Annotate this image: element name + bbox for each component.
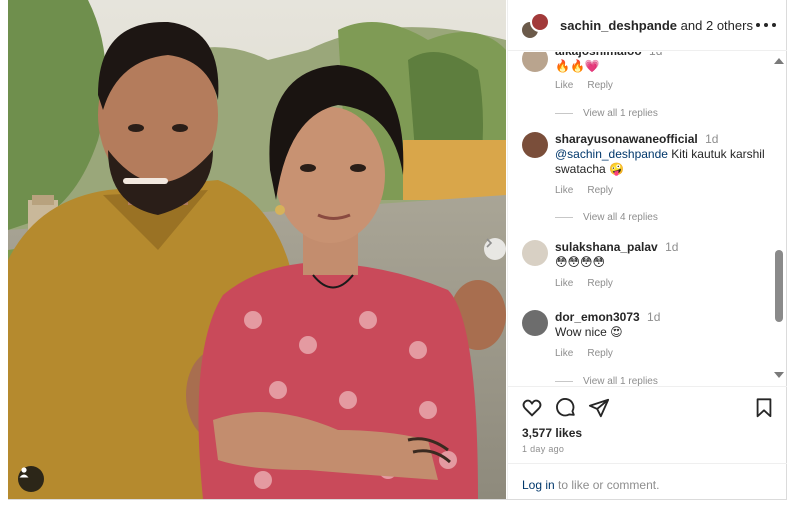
login-text: Log in to like or comment. <box>522 478 659 492</box>
reply-button[interactable]: Reply <box>587 278 613 289</box>
comment-content: sulakshana_palav 1d 😳😳😳😳 <box>555 240 765 270</box>
comment-time: 1d <box>647 310 661 324</box>
reply-button[interactable]: Reply <box>587 348 613 359</box>
photo-illustration <box>8 0 506 499</box>
comment-text: Wow nice 😍 <box>555 325 623 339</box>
comment-actions: Like Reply <box>555 185 613 196</box>
comment-actions: Like Reply <box>555 80 613 91</box>
author-username[interactable]: sachin_deshpande <box>560 18 677 33</box>
chevron-right-icon <box>486 238 493 248</box>
comment-time: 1d <box>665 240 679 254</box>
heart-icon[interactable] <box>521 397 543 419</box>
reply-button[interactable]: Reply <box>587 185 613 196</box>
comment-username[interactable]: dor_emon3073 <box>555 310 640 324</box>
comment-username[interactable]: sharayusonawaneofficial <box>555 132 698 146</box>
comment-actions: Like Reply <box>555 348 613 359</box>
comment-text: 🔥🔥💗 <box>555 59 600 73</box>
collab-others[interactable]: and 2 others <box>681 18 753 33</box>
post-actions-bar <box>508 386 787 426</box>
comments-list: alkajoshimaloo 1d 🔥🔥💗 Like Reply View al… <box>508 52 787 386</box>
bookmark-icon[interactable] <box>753 397 775 419</box>
comment-username[interactable]: sulakshana_palav <box>555 240 658 254</box>
avatar[interactable] <box>522 240 548 266</box>
post-photo[interactable] <box>8 0 506 499</box>
comment-mention[interactable]: @sachin_deshpande <box>555 147 668 161</box>
likes-count[interactable]: 3,577 likes <box>522 426 582 440</box>
collab-avatars[interactable] <box>520 12 550 40</box>
next-image-button[interactable] <box>484 238 506 260</box>
view-replies-label: View all 1 replies <box>583 108 658 119</box>
view-replies-button[interactable]: View all 1 replies <box>555 376 658 386</box>
comment-content: alkajoshimaloo 1d 🔥🔥💗 <box>555 52 765 74</box>
post-author: sachin_deshpande and 2 others <box>560 18 753 33</box>
like-comment-button[interactable]: Like <box>555 278 573 289</box>
view-replies-label: View all 1 replies <box>583 376 658 386</box>
scroll-up-arrow[interactable] <box>774 58 784 64</box>
avatar[interactable] <box>522 132 548 158</box>
view-replies-button[interactable]: View all 1 replies <box>555 108 658 119</box>
comment-content: dor_emon3073 1d Wow nice 😍 <box>555 310 765 340</box>
avatar <box>530 12 550 32</box>
user-tag-icon <box>19 467 29 478</box>
more-horizontal-icon[interactable] <box>756 18 776 32</box>
scrollbar-thumb[interactable] <box>775 250 783 322</box>
post-header: sachin_deshpande and 2 others <box>508 0 787 51</box>
comment-text: 😳😳😳😳 <box>555 255 606 269</box>
view-replies-label: View all 4 replies <box>583 212 658 223</box>
avatar[interactable] <box>522 52 548 72</box>
login-link[interactable]: Log in <box>522 478 555 492</box>
tagged-users-button[interactable] <box>18 466 44 492</box>
post-timestamp: 1 day ago <box>522 444 565 454</box>
comment-username[interactable]: alkajoshimaloo <box>555 52 642 58</box>
paper-plane-icon[interactable] <box>588 397 610 419</box>
like-comment-button[interactable]: Like <box>555 80 573 91</box>
comment-bubble-icon[interactable] <box>555 397 577 419</box>
view-replies-button[interactable]: View all 4 replies <box>555 212 658 223</box>
login-prompt: Log in to like or comment. <box>508 463 787 499</box>
avatar[interactable] <box>522 310 548 336</box>
comment-time: 1d <box>705 132 719 146</box>
post-side-panel: sachin_deshpande and 2 others alkajoshim… <box>507 0 787 499</box>
comments-scrollbar[interactable] <box>771 52 787 386</box>
scroll-down-arrow[interactable] <box>774 372 784 378</box>
comment-actions: Like Reply <box>555 278 613 289</box>
like-comment-button[interactable]: Like <box>555 348 573 359</box>
reply-button[interactable]: Reply <box>587 80 613 91</box>
login-rest: to like or comment. <box>554 478 660 492</box>
comment-content: sharayusonawaneofficial 1d @sachin_deshp… <box>555 132 765 177</box>
comment-time: 1d <box>649 52 662 58</box>
like-comment-button[interactable]: Like <box>555 185 573 196</box>
